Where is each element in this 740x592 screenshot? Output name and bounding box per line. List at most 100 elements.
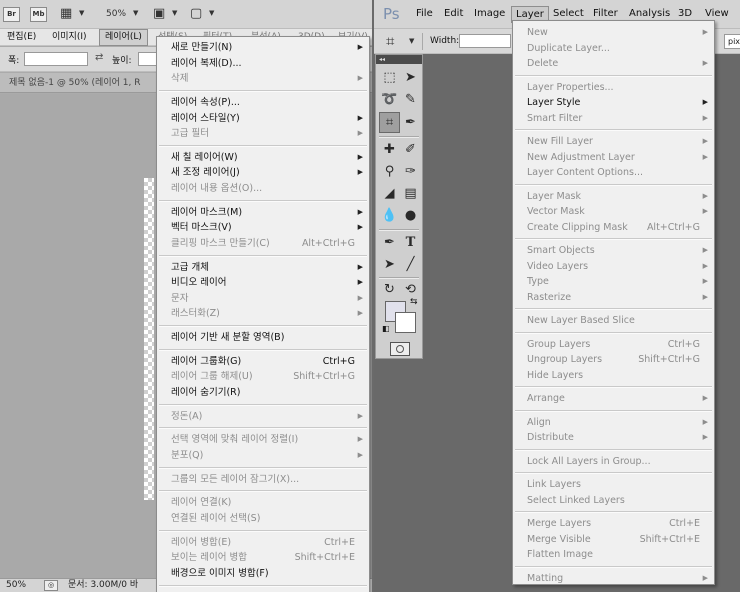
korean-layer-menu-item[interactable]: 고급 개체 ▶: [157, 260, 369, 275]
korean-layer-menu-item[interactable]: 레이어 속성(P)...: [157, 95, 369, 110]
line-tool-icon[interactable]: ╱: [400, 254, 421, 275]
korean-layer-menu-item[interactable]: 새 조정 레이어(J) ▶: [157, 165, 369, 180]
english-layer-menu-item[interactable]: Layer Content Options...: [513, 165, 714, 180]
english-layer-menu-item[interactable]: New Adjustment Layer ▶: [513, 150, 714, 165]
english-layer-menu-item[interactable]: Layer Properties...: [513, 80, 714, 95]
korean-layer-menu-item[interactable]: 레이어 연결(K): [157, 495, 369, 510]
pen-tool-icon[interactable]: ✒: [379, 232, 400, 253]
korean-layer-menu-item[interactable]: 레이어 스타일(Y) ▶: [157, 111, 369, 126]
menu-image[interactable]: Image: [470, 6, 509, 23]
quick-mask-button[interactable]: [390, 342, 410, 356]
korean-layer-menu-item[interactable]: 보이는 레이어 병합 Shift+Ctrl+E: [157, 550, 369, 565]
korean-layer-menu-item[interactable]: 레이어 복제(D)...: [157, 56, 369, 71]
width-input[interactable]: [24, 52, 88, 66]
korean-layer-menu-item[interactable]: 벡터 마스크(V) ▶: [157, 220, 369, 235]
background-color-swatch[interactable]: [395, 312, 416, 333]
english-layer-menu-item[interactable]: Distribute ▶: [513, 430, 714, 445]
path-selection-tool-icon[interactable]: ➤: [379, 254, 400, 275]
korean-layer-menu-item[interactable]: 레이어 병합(E) Ctrl+E: [157, 535, 369, 550]
korean-layer-menu-item[interactable]: 레이어 내용 옵션(O)...: [157, 181, 369, 196]
korean-layer-menu-item[interactable]: 레이어 그룹화(G) Ctrl+G: [157, 354, 369, 369]
korean-layer-menu-item[interactable]: 선택 영역에 맞춰 레이어 정렬(I) ▶: [157, 432, 369, 447]
screen-mode-icon[interactable]: ▢: [190, 6, 202, 22]
english-layer-menu-item[interactable]: Type ▶: [513, 274, 714, 289]
korean-layer-menu-item[interactable]: 레이어 기반 새 분할 영역(B): [157, 330, 369, 345]
english-layer-menu-item[interactable]: New ▶: [513, 25, 714, 40]
english-layer-menu-item[interactable]: Smart Filter ▶: [513, 111, 714, 126]
dodge-tool-icon[interactable]: ●: [400, 205, 421, 226]
menu-layer[interactable]: 레이어(L): [99, 29, 148, 46]
korean-layer-menu-item[interactable]: 그룹의 모든 레이어 잠그기(X)...: [157, 472, 369, 487]
english-layer-menu-item[interactable]: Vector Mask ▶: [513, 204, 714, 219]
english-layer-menu-item[interactable]: Hide Layers: [513, 368, 714, 383]
swap-dimensions-icon[interactable]: ⇄: [95, 52, 103, 63]
type-tool-icon[interactable]: T: [400, 232, 421, 253]
english-layer-menu-item[interactable]: Arrange ▶: [513, 391, 714, 406]
english-layer-menu-item[interactable]: Delete ▶: [513, 56, 714, 71]
english-layer-menu-item[interactable]: Flatten Image: [513, 547, 714, 562]
english-layer-menu-item[interactable]: Group Layers Ctrl+G: [513, 337, 714, 352]
english-layer-menu-item[interactable]: New Layer Based Slice: [513, 313, 714, 328]
healing-brush-tool-icon[interactable]: ✚: [379, 139, 400, 160]
move-tool-icon[interactable]: ➤: [400, 67, 421, 88]
korean-layer-menu-item[interactable]: 비디오 레이어 ▶: [157, 275, 369, 290]
menu-edit[interactable]: Edit: [440, 6, 467, 23]
menu-file[interactable]: File: [412, 6, 437, 23]
english-layer-menu-item[interactable]: New Fill Layer ▶: [513, 134, 714, 149]
chevron-down-icon[interactable]: ▼: [172, 9, 177, 17]
quick-selection-tool-icon[interactable]: ✎: [400, 89, 421, 110]
chevron-down-icon[interactable]: ▼: [409, 37, 414, 45]
korean-layer-menu-item[interactable]: 레이어 숨기기(R): [157, 385, 369, 400]
status-doc-info[interactable]: 문서: 3.00M/0 바: [68, 579, 138, 592]
resolution-unit-select[interactable]: pix: [724, 34, 740, 49]
english-layer-menu-item[interactable]: Matting ▶: [513, 571, 714, 586]
english-layer-menu-item[interactable]: Layer Style ▶: [513, 95, 714, 110]
collapse-panel-icon[interactable]: ◂◂: [376, 55, 422, 64]
eraser-tool-icon[interactable]: ◢: [379, 183, 400, 204]
mini-bridge-button[interactable]: Mb: [30, 7, 47, 22]
chevron-down-icon[interactable]: ▼: [79, 9, 84, 17]
korean-layer-menu-item[interactable]: 배경으로 이미지 병합(F): [157, 566, 369, 581]
lasso-tool-icon[interactable]: ➰: [379, 89, 400, 110]
english-layer-menu-item[interactable]: Layer Mask ▶: [513, 189, 714, 204]
bridge-button[interactable]: Br: [3, 7, 20, 22]
status-zoom[interactable]: 50%: [6, 579, 26, 592]
korean-layer-menu-item[interactable]: 새로 만들기(N) ▶: [157, 40, 369, 55]
korean-layer-menu-item[interactable]: 삭제 ▶: [157, 71, 369, 86]
korean-layer-menu-item[interactable]: 클리핑 마스크 만들기(C) Alt+Ctrl+G: [157, 236, 369, 251]
english-layer-menu-item[interactable]: Align ▶: [513, 415, 714, 430]
clone-stamp-tool-icon[interactable]: ⚲: [379, 161, 400, 182]
3d-rotate-tool-icon[interactable]: ↻: [379, 279, 400, 300]
menu-image[interactable]: 이미지(I): [47, 29, 92, 46]
english-layer-menu-item[interactable]: Create Clipping Mask Alt+Ctrl+G: [513, 220, 714, 235]
chevron-down-icon[interactable]: ▼: [209, 9, 214, 17]
gradient-tool-icon[interactable]: ▤: [400, 183, 421, 204]
english-layer-menu-item[interactable]: Duplicate Layer...: [513, 41, 714, 56]
korean-layer-menu-item[interactable]: 래스터화(Z) ▶: [157, 306, 369, 321]
korean-layer-menu-item[interactable]: 문자 ▶: [157, 291, 369, 306]
english-layer-menu-item[interactable]: Rasterize ▶: [513, 290, 714, 305]
swap-colors-icon[interactable]: ⇆: [410, 297, 418, 307]
menu-edit[interactable]: 편집(E): [2, 29, 41, 46]
korean-layer-menu-item[interactable]: 레이어 마스크(M) ▶: [157, 205, 369, 220]
eyedropper-tool-icon[interactable]: ✒: [400, 112, 421, 133]
width-input[interactable]: [459, 34, 511, 48]
english-layer-menu-item[interactable]: Select Linked Layers: [513, 493, 714, 508]
korean-layer-menu-item[interactable]: 분포(Q) ▶: [157, 448, 369, 463]
brush-tool-icon[interactable]: ✐: [400, 139, 421, 160]
default-colors-icon[interactable]: ◧: [382, 325, 390, 333]
height-input[interactable]: [138, 52, 158, 66]
korean-layer-menu-item[interactable]: 레이어 그룹 해제(U) Shift+Ctrl+G: [157, 369, 369, 384]
korean-layer-menu-item[interactable]: 고급 필터 ▶: [157, 126, 369, 141]
history-brush-tool-icon[interactable]: ✑: [400, 161, 421, 182]
english-layer-menu-item[interactable]: Link Layers: [513, 477, 714, 492]
english-layer-menu-item[interactable]: Merge Layers Ctrl+E: [513, 516, 714, 531]
english-layer-menu-item[interactable]: Lock All Layers in Group...: [513, 454, 714, 469]
english-layer-menu-item[interactable]: Ungroup Layers Shift+Ctrl+G: [513, 352, 714, 367]
view-extras-icon[interactable]: ▦: [60, 6, 72, 22]
english-layer-menu-item[interactable]: Video Layers ▶: [513, 259, 714, 274]
marquee-tool-icon[interactable]: ⬚: [379, 67, 400, 88]
english-layer-menu-item[interactable]: Merge Visible Shift+Ctrl+E: [513, 532, 714, 547]
crop-tool-preset-icon[interactable]: ⌗: [386, 32, 394, 50]
korean-layer-menu-item[interactable]: 정돈(A) ▶: [157, 409, 369, 424]
